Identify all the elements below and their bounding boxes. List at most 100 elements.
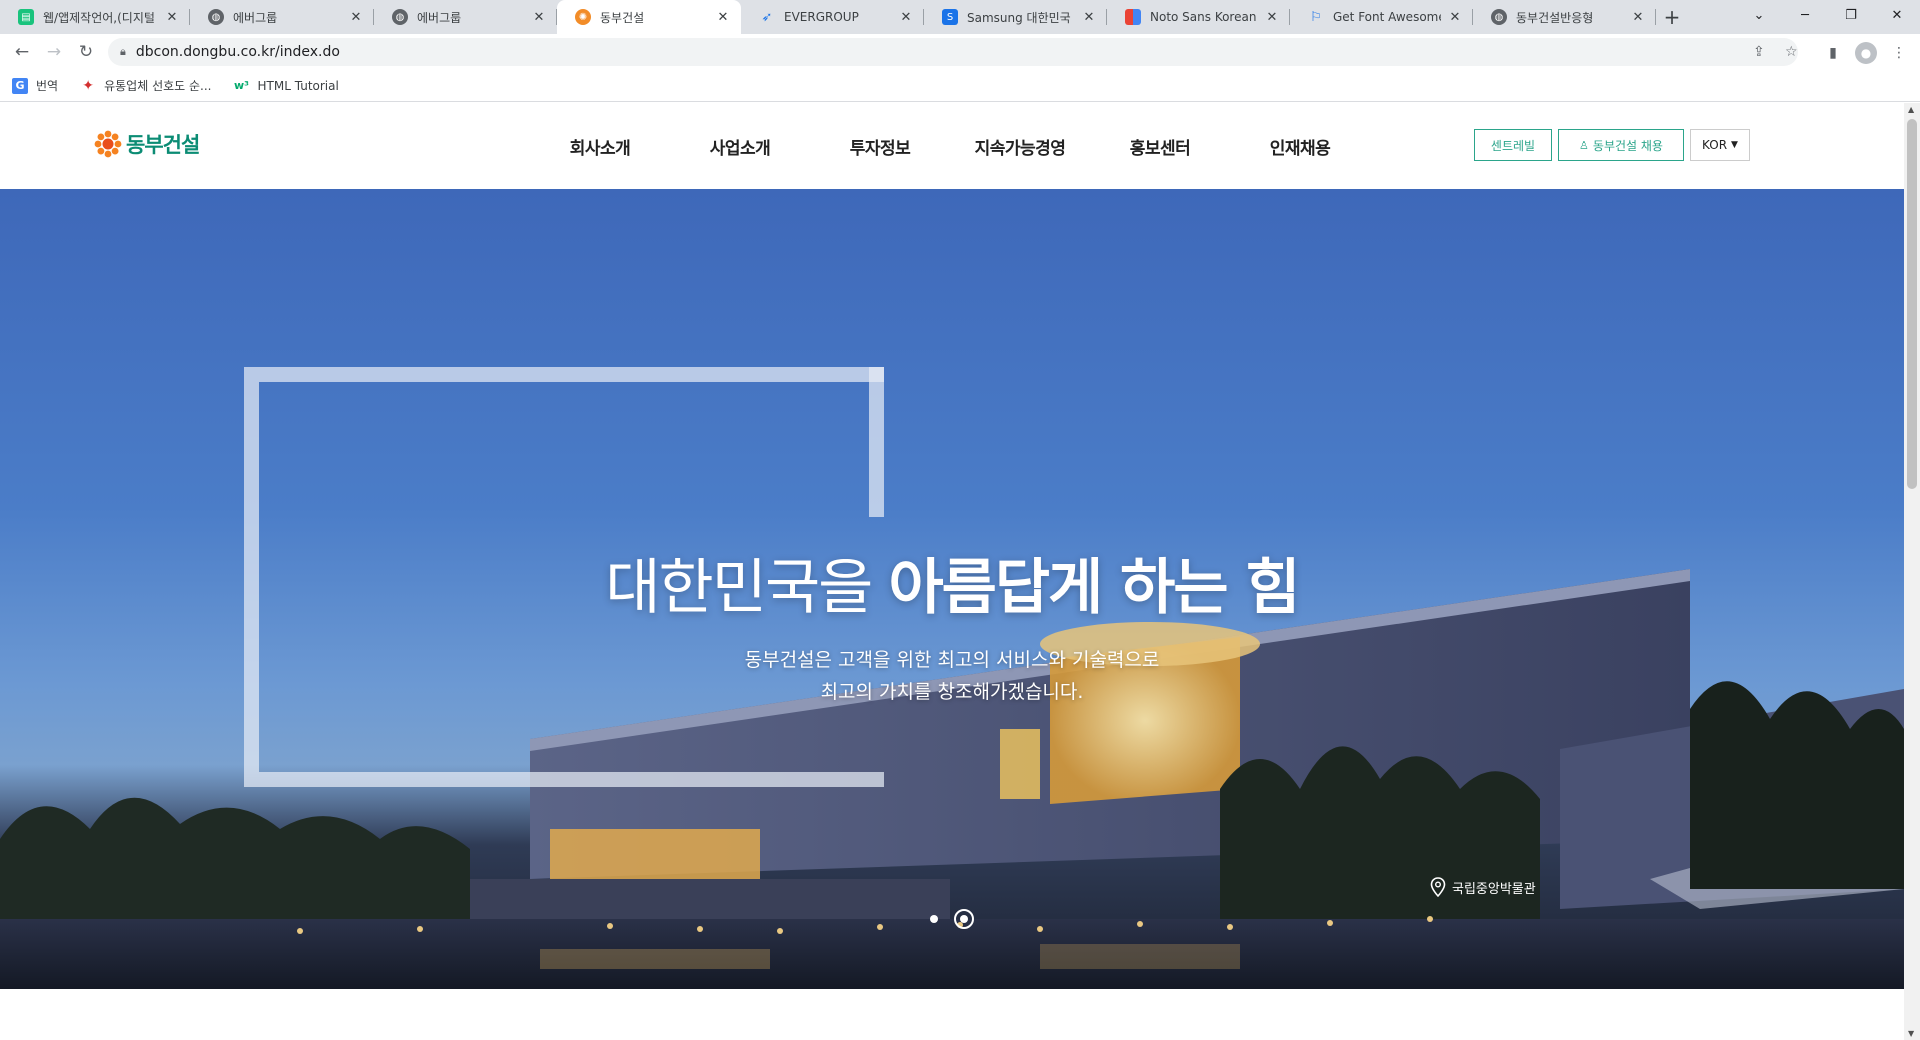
restore-icon[interactable]: ❐ bbox=[1828, 0, 1874, 30]
site-logo[interactable]: 동부건설 bbox=[94, 129, 200, 159]
tab-label: Noto Sans Korean - G bbox=[1150, 10, 1258, 24]
profile-avatar-icon[interactable]: ● bbox=[1855, 42, 1877, 64]
tab-label: EVERGROUP bbox=[784, 10, 859, 24]
bookmark-label: 유통업체 선호도 순... bbox=[104, 79, 212, 93]
flag-icon: ⚐ bbox=[1310, 9, 1322, 25]
scroll-up-icon[interactable]: ▲ bbox=[1908, 105, 1914, 114]
decorative-frame-edge bbox=[869, 367, 884, 517]
hero-subtitle: 동부건설은 고객을 위한 최고의 서비스와 기술력으로 최고의 가치를 창조해가… bbox=[0, 644, 1904, 708]
caret-down-icon: ▼ bbox=[1731, 140, 1738, 150]
hero-subtitle-line: 동부건설은 고객을 위한 최고의 서비스와 기술력으로 bbox=[744, 649, 1160, 671]
bookmarks-bar: G 번역 ✦ 유통업체 선호도 순... w³ HTML Tutorial bbox=[0, 70, 1920, 102]
w3schools-icon: w³ bbox=[234, 79, 249, 92]
tab-label: 에버그룹 bbox=[417, 10, 462, 25]
globe-icon: ◍ bbox=[208, 9, 224, 25]
tab-label: 웹/앱제작언어,(디지털 bbox=[43, 10, 155, 25]
browser-tab[interactable]: ◍ 에버그룹 ✕ bbox=[374, 0, 557, 34]
close-icon[interactable]: ✕ bbox=[1081, 9, 1097, 25]
user-icon: ♙ bbox=[1579, 138, 1589, 152]
samsung-s-icon: S bbox=[942, 9, 958, 25]
hero-title-light: 대한민국을 bbox=[605, 553, 889, 623]
address-bar[interactable]: 🔒︎ dbcon.dongbu.co.kr/index.do bbox=[108, 38, 1798, 66]
browser-tab[interactable]: ◍ 동부건설반응형 ✕ bbox=[1473, 0, 1656, 34]
slide-dot-2-active[interactable] bbox=[954, 909, 974, 929]
menu-dots-icon[interactable]: ⋮ bbox=[1888, 42, 1910, 64]
maple-leaf-icon: ✦ bbox=[82, 77, 94, 94]
language-select[interactable]: KOR ▼ bbox=[1690, 129, 1750, 161]
reload-icon[interactable]: ↻ bbox=[72, 38, 100, 66]
hero-subtitle-line: 최고의 가치를 창조해가겠습니다. bbox=[820, 681, 1084, 703]
hero-title: 대한민국을 아름답게 하는 힘 bbox=[0, 539, 1904, 626]
lock-icon: 🔒︎ bbox=[120, 45, 126, 58]
browser-tab-strip: ▤ 웹/앱제작언어,(디지털 ✕ ◍ 에버그룹 ✕ ◍ 에버그룹 ✕ ✺ 동부건… bbox=[0, 0, 1920, 34]
browser-tab[interactable]: Noto Sans Korean - G ✕ bbox=[1107, 0, 1290, 34]
globe-icon: ◍ bbox=[392, 9, 408, 25]
bookmark-html-tutorial[interactable]: w³ HTML Tutorial bbox=[234, 78, 339, 94]
nav-careers[interactable]: 인재채용 bbox=[1230, 103, 1370, 189]
site-header: 동부건설 회사소개 사업소개 투자정보 지속가능경영 홍보센터 인재채용 센트레… bbox=[0, 103, 1904, 189]
photo-location: 국립중앙박물관 bbox=[1430, 877, 1536, 897]
tab-search-icon[interactable]: ⌄ bbox=[1736, 0, 1782, 30]
google-translate-icon: G bbox=[12, 77, 28, 94]
bookmark-star-icon[interactable]: ☆ bbox=[1785, 44, 1798, 60]
evergroup-icon: ➶ bbox=[761, 9, 773, 25]
scroll-down-icon[interactable]: ▼ bbox=[1908, 1029, 1914, 1038]
close-icon[interactable]: ✕ bbox=[1630, 9, 1646, 25]
url-text: dbcon.dongbu.co.kr/index.do bbox=[135, 44, 340, 60]
bookmark-retailer[interactable]: ✦ 유통업체 선호도 순... bbox=[80, 77, 211, 94]
browser-tab[interactable]: ◍ 에버그룹 ✕ bbox=[190, 0, 374, 34]
minimize-icon[interactable]: ─ bbox=[1782, 0, 1828, 30]
centreville-button[interactable]: 센트레빌 bbox=[1474, 129, 1552, 161]
tab-label: 동부건설반응형 bbox=[1516, 10, 1594, 25]
location-label: 국립중앙박물관 bbox=[1452, 881, 1536, 897]
browser-tab[interactable]: S Samsung 대한민국 | 삼 ✕ bbox=[924, 0, 1107, 34]
tab-label: 동부건설 bbox=[600, 10, 645, 25]
browser-toolbar: ← → ↻ 🔒︎ dbcon.dongbu.co.kr/index.do ⇪ ☆… bbox=[0, 34, 1920, 70]
close-icon[interactable]: ✕ bbox=[164, 9, 180, 25]
nav-pr-center[interactable]: 홍보센터 bbox=[1090, 103, 1230, 189]
side-panel-icon[interactable]: ▮ bbox=[1822, 42, 1844, 64]
close-icon[interactable]: ✕ bbox=[898, 9, 914, 25]
tab-label: Get Font Awesome Fr bbox=[1333, 10, 1441, 24]
slide-dot-1[interactable] bbox=[930, 915, 938, 923]
nav-company[interactable]: 회사소개 bbox=[530, 103, 670, 189]
language-value: KOR bbox=[1702, 138, 1728, 152]
nav-investment[interactable]: 투자정보 bbox=[810, 103, 950, 189]
close-icon[interactable]: ✕ bbox=[531, 9, 547, 25]
scrollbar-thumb[interactable] bbox=[1907, 119, 1917, 489]
bookmark-translate[interactable]: G 번역 bbox=[12, 77, 58, 94]
nav-business[interactable]: 사업소개 bbox=[670, 103, 810, 189]
tab-label: Samsung 대한민국 | 삼 bbox=[967, 10, 1075, 25]
recruit-label: 동부건설 채용 bbox=[1592, 138, 1663, 153]
window-close-icon[interactable]: ✕ bbox=[1874, 0, 1920, 30]
map-pin-icon bbox=[1430, 877, 1446, 897]
dongbu-flower-logo-icon bbox=[94, 130, 122, 158]
browser-tab[interactable]: ➶ EVERGROUP ✕ bbox=[741, 0, 924, 34]
close-icon[interactable]: ✕ bbox=[1447, 9, 1463, 25]
recruit-button[interactable]: ♙ 동부건설 채용 bbox=[1558, 129, 1684, 161]
browser-tab[interactable]: ⚐ Get Font Awesome Fr ✕ bbox=[1290, 0, 1473, 34]
logo-text: 동부건설 bbox=[126, 133, 200, 157]
close-icon[interactable]: ✕ bbox=[348, 9, 364, 25]
bookmark-label: 번역 bbox=[36, 79, 59, 93]
dongbu-flower-icon: ✺ bbox=[575, 9, 591, 25]
back-icon[interactable]: ← bbox=[8, 38, 36, 66]
slider-pagination bbox=[930, 909, 990, 929]
green-doc-icon: ▤ bbox=[18, 9, 34, 25]
globe-icon: ◍ bbox=[1491, 9, 1507, 25]
bookmark-label: HTML Tutorial bbox=[257, 78, 339, 93]
google-fonts-icon bbox=[1125, 9, 1141, 25]
main-nav: 회사소개 사업소개 투자정보 지속가능경영 홍보센터 인재채용 bbox=[530, 103, 1370, 189]
hero-title-bold: 아름답게 하는 힘 bbox=[888, 553, 1300, 623]
share-icon[interactable]: ⇪ bbox=[1753, 44, 1765, 60]
web-page: 동부건설 회사소개 사업소개 투자정보 지속가능경영 홍보센터 인재채용 센트레… bbox=[0, 103, 1904, 1040]
tab-label: 에버그룹 bbox=[233, 10, 278, 25]
close-icon[interactable]: ✕ bbox=[715, 9, 731, 25]
browser-tab[interactable]: ▤ 웹/앱제작언어,(디지털 ✕ bbox=[0, 0, 190, 34]
forward-icon[interactable]: → bbox=[40, 38, 68, 66]
new-tab-button[interactable]: + bbox=[1660, 5, 1684, 29]
close-icon[interactable]: ✕ bbox=[1264, 9, 1280, 25]
browser-tab-active[interactable]: ✺ 동부건설 ✕ bbox=[557, 0, 741, 34]
nav-sustainability[interactable]: 지속가능경영 bbox=[950, 103, 1090, 189]
page-scrollbar[interactable]: ▲ ▼ bbox=[1904, 103, 1920, 1040]
